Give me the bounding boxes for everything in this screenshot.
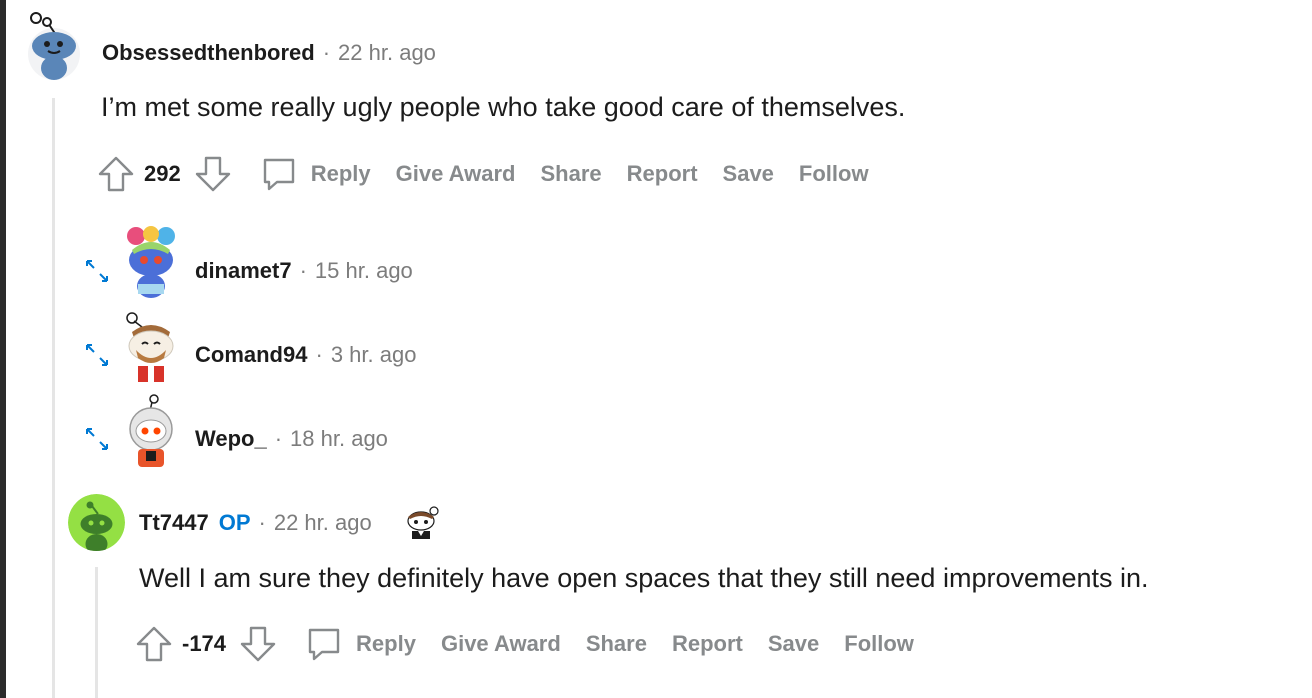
- comment-meta: Tt7447 OP · 22 hr. ago: [139, 510, 372, 536]
- reply-label[interactable]: Reply: [311, 161, 371, 187]
- report-button[interactable]: Report: [672, 631, 743, 657]
- collapsed-comment-meta[interactable]: Wepo_ · 18 hr. ago: [195, 426, 388, 452]
- window-edge: [0, 0, 6, 698]
- share-button[interactable]: Share: [586, 631, 647, 657]
- comment-bubble-icon: [308, 628, 340, 661]
- follow-button[interactable]: Follow: [799, 161, 869, 187]
- give-award-button[interactable]: Give Award: [441, 631, 561, 657]
- separator-dot: ·: [299, 258, 307, 283]
- share-button[interactable]: Share: [540, 161, 601, 187]
- comment-bubble-icon: [263, 158, 294, 191]
- username[interactable]: Wepo_: [195, 426, 267, 452]
- expand-icon[interactable]: [84, 258, 110, 284]
- upvote-arrow-icon[interactable]: [134, 624, 174, 664]
- op-badge: OP: [218, 510, 251, 535]
- username[interactable]: Comand94: [195, 342, 307, 368]
- timestamp[interactable]: 15 hr. ago: [315, 258, 413, 284]
- score: 292: [144, 161, 181, 186]
- user-flair-icon: [407, 506, 439, 539]
- timestamp[interactable]: 18 hr. ago: [290, 426, 388, 452]
- timestamp[interactable]: 22 hr. ago: [338, 40, 436, 66]
- comment-actions: -174 Reply Give Award Share Report Save …: [134, 622, 939, 666]
- upvote-arrow-icon[interactable]: [96, 154, 136, 194]
- downvote-arrow-icon[interactable]: [193, 154, 233, 194]
- comment-body: Well I am sure they definitely have open…: [139, 563, 1149, 593]
- reply-button[interactable]: Reply: [259, 154, 396, 194]
- avatar[interactable]: [124, 393, 178, 469]
- reply-button[interactable]: Reply: [304, 624, 441, 664]
- downvote-arrow-icon[interactable]: [238, 624, 278, 664]
- timestamp[interactable]: 22 hr. ago: [274, 510, 372, 536]
- separator-dot: ·: [315, 342, 323, 367]
- give-award-button[interactable]: Give Award: [396, 161, 516, 187]
- username[interactable]: Tt7447: [139, 510, 209, 536]
- follow-button[interactable]: Follow: [844, 631, 914, 657]
- save-button[interactable]: Save: [723, 161, 774, 187]
- comment-meta: Obsessedthenbored · 22 hr. ago: [102, 40, 436, 66]
- separator-dot: ·: [258, 510, 266, 535]
- thread-line[interactable]: [52, 98, 55, 698]
- save-button[interactable]: Save: [768, 631, 819, 657]
- timestamp[interactable]: 3 hr. ago: [331, 342, 417, 368]
- collapsed-comment-meta[interactable]: Comand94 · 3 hr. ago: [195, 342, 416, 368]
- separator-dot: ·: [322, 40, 331, 65]
- username[interactable]: Obsessedthenbored: [102, 40, 315, 66]
- comment-actions: 292 Reply Give Award Share Report Save F…: [96, 152, 894, 196]
- comment-body: I’m met some really ugly people who take…: [101, 92, 906, 122]
- expand-icon[interactable]: [84, 426, 110, 452]
- username[interactable]: dinamet7: [195, 258, 292, 284]
- expand-icon[interactable]: [84, 342, 110, 368]
- report-button[interactable]: Report: [627, 161, 698, 187]
- avatar[interactable]: [124, 308, 178, 384]
- thread-line-nested[interactable]: [95, 567, 98, 698]
- score: -174: [182, 631, 227, 656]
- reply-label[interactable]: Reply: [356, 631, 416, 657]
- separator-dot: ·: [274, 426, 283, 451]
- avatar[interactable]: [68, 494, 125, 551]
- avatar[interactable]: [26, 10, 82, 80]
- avatar[interactable]: [124, 224, 178, 300]
- collapsed-comment-meta[interactable]: dinamet7 · 15 hr. ago: [195, 258, 413, 284]
